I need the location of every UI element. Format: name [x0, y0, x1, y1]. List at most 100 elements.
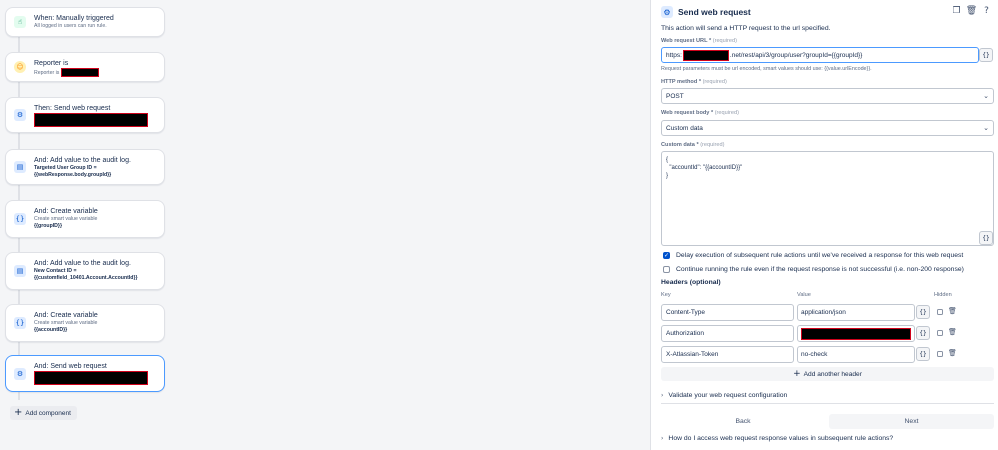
smart-value-button[interactable]: {}	[916, 347, 930, 361]
config-panel: ⚙ Send web request ❐ 🗑 ? This action wil…	[650, 0, 998, 450]
smart-value-button[interactable]: {}	[916, 305, 930, 319]
col-value-header: Value	[797, 292, 811, 298]
card-detail: New Contact ID = {{customfield_10401.Acc…	[34, 268, 138, 281]
checkbox-empty-icon	[663, 266, 670, 273]
custom-data-textarea[interactable]: { "accountId": "{{accountID}}" }	[661, 151, 994, 246]
trash-icon[interactable]: 🗑	[948, 328, 957, 336]
audit-log-icon: ▤	[14, 161, 26, 173]
add-component-button[interactable]: + Add component	[10, 406, 77, 420]
col-key-header: Key	[661, 292, 671, 298]
trigger-card[interactable]: ☝ When: Manually triggered All logged in…	[5, 7, 165, 37]
condition-card[interactable]: ☺ Reporter is Reporter is	[5, 52, 165, 82]
smart-value-button[interactable]: {}	[916, 326, 930, 340]
audit-log-icon: ▤	[14, 265, 26, 277]
header-value-input[interactable]: application/json	[797, 304, 915, 321]
card-title: And: Create variable	[34, 312, 98, 319]
panel-header-actions: ❐ 🗑 ?	[951, 5, 992, 16]
trash-icon[interactable]: 🗑	[948, 349, 957, 357]
panel-title: Send web request	[678, 7, 751, 17]
body-type-select[interactable]: Custom data ⌄	[661, 120, 994, 136]
checkmark-icon: ✓	[663, 252, 670, 259]
redacted-block	[682, 49, 729, 61]
send-web-request-card-1[interactable]: ⚙ Then: Send web request	[5, 97, 165, 133]
audit-log-card-2[interactable]: ▤ And: Add value to the audit log. New C…	[5, 252, 165, 290]
card-title: When: Manually triggered	[34, 15, 114, 22]
panel-header: ⚙ Send web request	[661, 6, 751, 18]
card-title: Reporter is	[34, 60, 69, 67]
custom-data-label: Custom data * (required)	[661, 142, 725, 148]
divider	[661, 403, 994, 404]
card-title: And: Send web request	[34, 363, 107, 370]
header-key-input[interactable]: Content-Type	[661, 304, 794, 321]
url-label: Web request URL * (required)	[661, 38, 737, 44]
smart-value-button[interactable]: {}	[979, 48, 993, 62]
chevron-right-icon: ›	[661, 435, 664, 442]
add-header-button[interactable]: + Add another header	[661, 367, 994, 381]
redacted-block	[60, 68, 99, 77]
card-title: And: Add value to the audit log.	[34, 157, 131, 164]
validate-expander[interactable]: › Validate your web request configuratio…	[661, 392, 787, 399]
delay-checkbox[interactable]: ✓ Delay execution of subsequent rule act…	[663, 252, 963, 259]
method-value: POST	[666, 92, 684, 100]
chevron-down-icon: ⌄	[983, 124, 989, 132]
hidden-checkbox[interactable]	[937, 309, 943, 315]
redacted-block	[34, 371, 148, 385]
delay-checkbox-label: Delay execution of subsequent rule actio…	[676, 252, 964, 259]
continue-checkbox[interactable]: Continue running the rule even if the re…	[663, 266, 964, 273]
webhook-icon: ⚙	[14, 367, 26, 380]
body-label: Web request body * (required)	[661, 110, 739, 116]
chevron-right-icon: ›	[661, 392, 664, 399]
trash-icon[interactable]: 🗑	[948, 307, 957, 315]
method-label: HTTP method * (required)	[661, 79, 727, 85]
url-suffix: .net/rest/api/3/group/user?groupId={{gro…	[729, 51, 863, 59]
copy-icon[interactable]: ❐	[951, 5, 962, 16]
validate-label: Validate your web request configuration	[668, 392, 788, 399]
headers-title: Headers (optional)	[661, 279, 721, 286]
plus-icon: +	[14, 407, 23, 418]
send-web-request-card-2[interactable]: ⚙ And: Send web request	[5, 355, 165, 392]
back-button[interactable]: Back	[661, 414, 825, 429]
card-detail: Targeted User Group ID = {{webResponse.b…	[34, 165, 112, 178]
variable-braces-icon: {}	[14, 213, 26, 225]
webhook-icon: ⚙	[661, 6, 673, 18]
header-value-input[interactable]: no-check	[797, 346, 915, 363]
http-method-select[interactable]: POST ⌄	[661, 88, 994, 104]
audit-log-card-1[interactable]: ▤ And: Add value to the audit log. Targe…	[5, 149, 165, 185]
help-icon[interactable]: ?	[981, 5, 992, 16]
continue-checkbox-label: Continue running the rule even if the re…	[676, 266, 964, 273]
col-hidden-header: Hidden	[934, 292, 952, 298]
card-detail: {{groupID}}	[34, 222, 62, 229]
card-title: And: Add value to the audit log.	[34, 260, 131, 267]
card-subtitle: Reporter is	[34, 69, 60, 76]
header-key-input[interactable]: X-Atlassian-Token	[661, 346, 794, 363]
create-variable-card-1[interactable]: {} And: Create variable Create smart val…	[5, 200, 165, 238]
card-subtitle: All logged in users can run rule.	[34, 23, 107, 29]
card-title: And: Create variable	[34, 208, 98, 215]
hidden-checkbox[interactable]	[937, 351, 943, 357]
faq-label: How do I access web request response val…	[668, 435, 894, 442]
card-detail: {{accountID}}	[34, 326, 68, 333]
variable-braces-icon: {}	[14, 317, 26, 329]
webhook-icon: ⚙	[14, 109, 26, 121]
smart-value-button[interactable]: {}	[979, 231, 993, 245]
create-variable-card-2[interactable]: {} And: Create variable Create smart val…	[5, 304, 165, 342]
url-prefix: https:	[666, 51, 682, 59]
chevron-down-icon: ⌄	[983, 92, 989, 100]
panel-description: This action will send a HTTP request to …	[661, 25, 831, 32]
hidden-checkbox[interactable]	[937, 330, 943, 336]
add-component-label: Add component	[25, 409, 71, 417]
body-value: Custom data	[666, 124, 703, 132]
add-header-label: Add another header	[803, 370, 862, 378]
header-key-input[interactable]: Authorization	[661, 325, 794, 342]
card-title: Then: Send web request	[34, 105, 111, 112]
user-condition-icon: ☺	[14, 61, 26, 73]
redacted-block	[801, 327, 911, 340]
hand-pointer-icon: ☝	[14, 16, 26, 28]
faq-expander[interactable]: › How do I access web request response v…	[661, 435, 893, 442]
next-button[interactable]: Next	[829, 414, 994, 429]
plus-icon: +	[793, 369, 801, 379]
header-value-input[interactable]	[797, 325, 915, 342]
rule-component-list: ☝ When: Manually triggered All logged in…	[0, 0, 648, 450]
url-input[interactable]: https: .net/rest/api/3/group/user?groupI…	[661, 47, 979, 63]
trash-icon[interactable]: 🗑	[966, 5, 977, 16]
